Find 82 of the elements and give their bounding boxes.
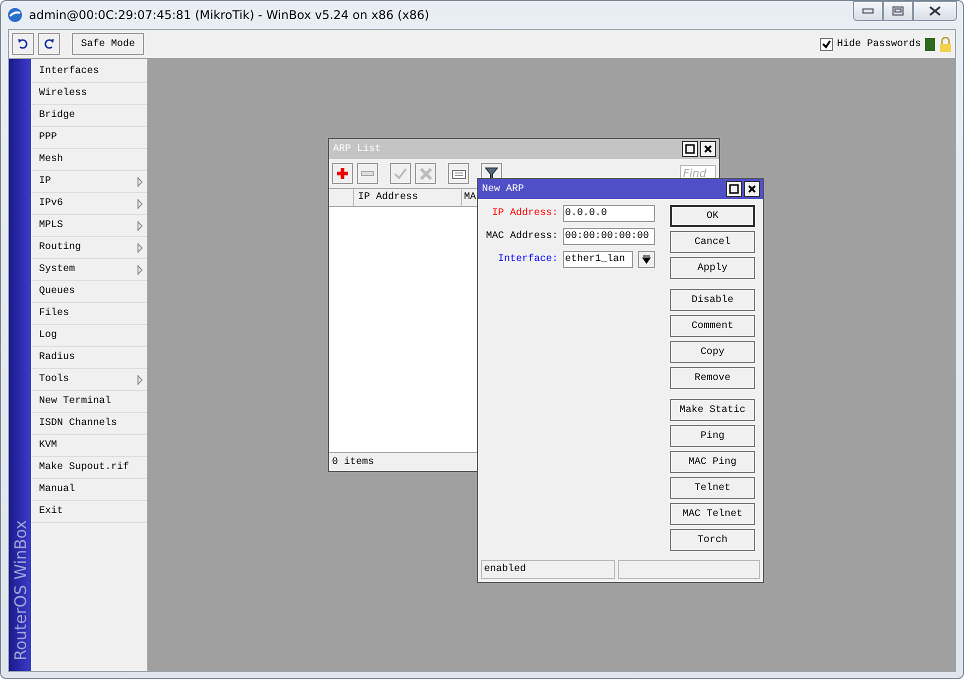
sidebar-item[interactable]: Routing — [31, 237, 147, 259]
maximize-button[interactable] — [682, 141, 698, 157]
sidebar-item[interactable]: Make Supout.rif — [31, 457, 147, 479]
cross-icon — [420, 168, 432, 180]
interface-dropdown[interactable]: ether1_lan — [563, 251, 633, 268]
sidebar-item[interactable]: IP — [31, 171, 147, 193]
sidebar-item[interactable]: System — [31, 259, 147, 281]
comment-button[interactable] — [448, 163, 469, 184]
lock-icon — [939, 36, 952, 52]
close-button[interactable] — [700, 141, 716, 157]
sidebar-item[interactable]: Mesh — [31, 149, 147, 171]
sidebar-item[interactable]: Radius — [31, 347, 147, 369]
app-logo-icon — [7, 7, 23, 23]
window-title: ARP List — [333, 144, 382, 154]
dialog-button[interactable]: Telnet — [670, 477, 755, 499]
hide-passwords-label: Hide Passwords — [836, 38, 921, 50]
sidebar-item[interactable]: Files — [31, 303, 147, 325]
minus-icon — [361, 171, 374, 176]
sidebar-item[interactable]: Tools — [31, 369, 147, 391]
dropdown-button[interactable] — [638, 251, 655, 268]
field-label: MAC Address: — [484, 231, 558, 242]
dialog-button[interactable]: Comment — [670, 315, 755, 337]
sidebar-item[interactable]: Bridge — [31, 105, 147, 127]
maximize-button[interactable] — [726, 181, 742, 197]
window-title: New ARP — [482, 184, 524, 194]
add-button[interactable] — [332, 163, 353, 184]
close-icon — [928, 6, 942, 16]
safe-mode-button[interactable]: Safe Mode — [72, 33, 144, 55]
dropdown-arrow-icon — [642, 255, 651, 264]
maximize-icon — [892, 6, 904, 16]
status-indicator-icon — [925, 38, 935, 50]
check-icon — [822, 40, 831, 48]
sidebar-item[interactable]: Interfaces — [31, 61, 147, 83]
brand-text: RouterOS WinBox — [10, 520, 30, 661]
sidebar-item[interactable]: Exit — [31, 501, 147, 523]
undo-icon — [17, 38, 29, 50]
dialog-button[interactable]: Cancel — [670, 231, 755, 253]
maximize-button[interactable] — [883, 1, 913, 21]
text-field[interactable]: 0.0.0.0 — [563, 205, 655, 222]
sidebar-item[interactable]: Log — [31, 325, 147, 347]
dialog-button[interactable]: Disable — [670, 289, 755, 311]
minimize-icon — [862, 8, 874, 14]
plus-icon — [336, 167, 349, 180]
field-label: Interface: — [496, 254, 558, 265]
close-icon — [747, 184, 757, 194]
dialog-button[interactable]: Make Static — [670, 399, 755, 421]
dialog-button[interactable]: Apply — [670, 257, 755, 279]
hide-passwords-checkbox[interactable] — [820, 38, 833, 50]
sidebar-item[interactable]: MPLS — [31, 215, 147, 237]
dialog-button[interactable]: Torch — [670, 529, 755, 551]
field-label: IP Address: — [490, 208, 558, 219]
note-icon — [452, 168, 466, 179]
sidebar-item[interactable]: IPv6 — [31, 193, 147, 215]
sidebar-item[interactable]: Wireless — [31, 83, 147, 105]
close-button[interactable] — [913, 1, 957, 21]
close-button[interactable] — [744, 181, 760, 197]
close-icon — [703, 144, 713, 154]
sidebar-item[interactable]: PPP — [31, 127, 147, 149]
dialog-button[interactable]: MAC Ping — [670, 451, 755, 473]
sidebar-item[interactable]: ISDN Channels — [31, 413, 147, 435]
redo-button[interactable] — [38, 33, 60, 55]
status-field: enabled — [481, 560, 615, 579]
dialog-button[interactable]: OK — [670, 205, 755, 227]
sidebar-item[interactable]: Manual — [31, 479, 147, 501]
column-header[interactable]: IP Address — [354, 189, 462, 206]
minimize-button[interactable] — [853, 1, 883, 21]
dialog-button[interactable]: Copy — [670, 341, 755, 363]
maximize-icon — [729, 184, 739, 194]
sidebar-item[interactable]: New Terminal — [31, 391, 147, 413]
maximize-icon — [685, 144, 695, 154]
column-header[interactable]: MA — [462, 189, 476, 206]
sidebar-item[interactable]: KVM — [31, 435, 147, 457]
item-count: 0 items — [332, 456, 374, 468]
dialog-button[interactable]: Remove — [670, 367, 755, 389]
undo-button[interactable] — [12, 33, 34, 55]
text-field[interactable]: 00:00:00:00:00 — [563, 228, 655, 245]
check-icon — [394, 168, 407, 179]
sidebar-item[interactable]: Queues — [31, 281, 147, 303]
window-title: admin@00:0C:29:07:45:81 (MikroTik) - WinBox v5.24 on x86 (x86) — [29, 8, 430, 22]
dialog-button[interactable]: MAC Telnet — [670, 503, 755, 525]
redo-icon — [43, 38, 55, 50]
dialog-button[interactable]: Ping — [670, 425, 755, 447]
